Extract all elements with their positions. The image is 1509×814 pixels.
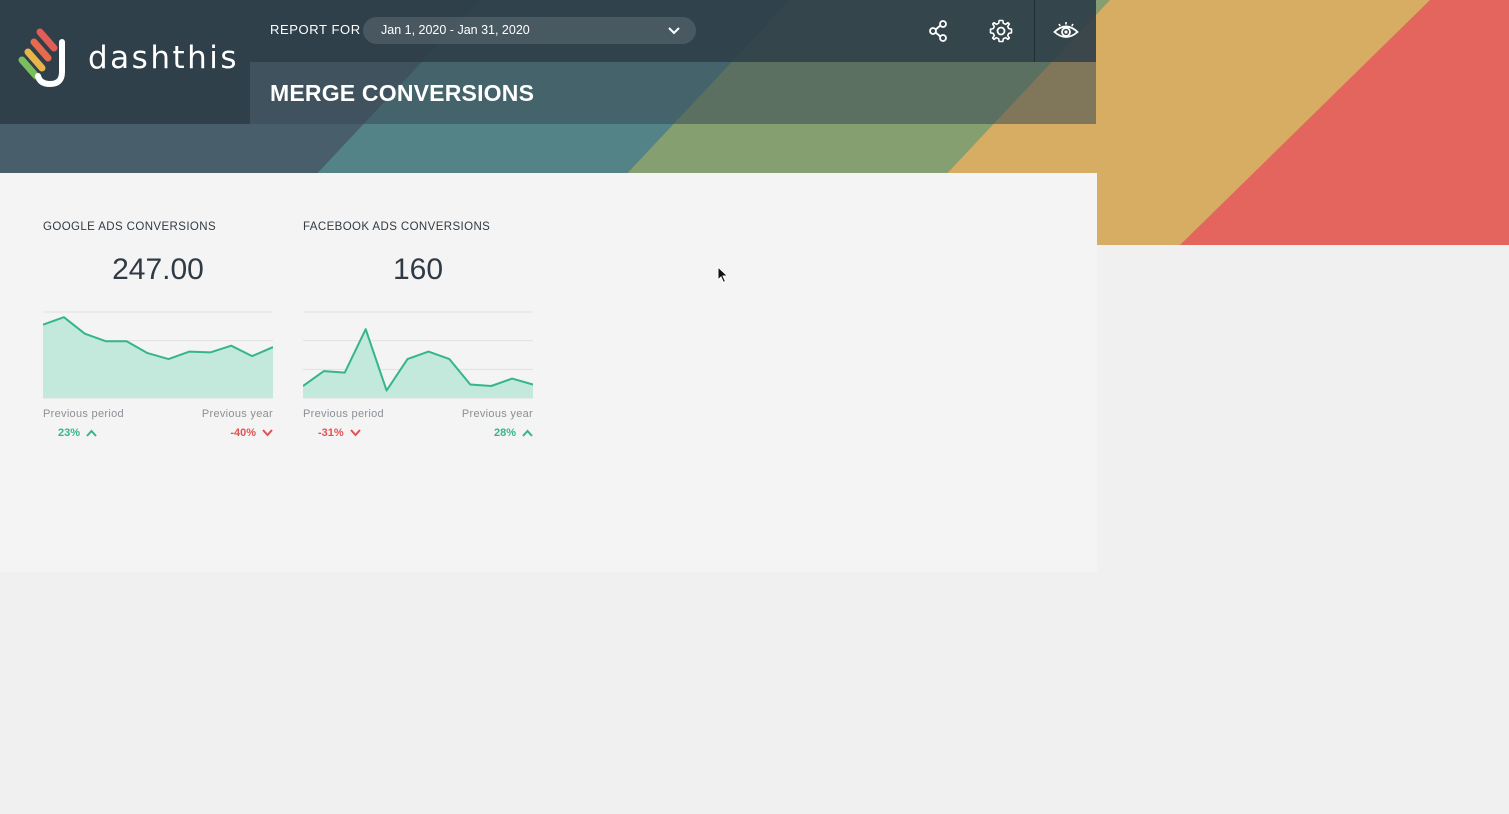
previous-year-change: -40%: [230, 427, 273, 439]
eye-icon: [1052, 22, 1079, 38]
logo-area: dashthis: [0, 0, 250, 124]
date-range-select[interactable]: Jan 1, 2020 - Jan 31, 2020: [363, 17, 696, 44]
sparkline-area: [303, 329, 533, 398]
brand-name: dashthis: [88, 40, 240, 76]
mouse-cursor-icon: [717, 266, 729, 284]
page-title: MERGE CONVERSIONS: [270, 80, 535, 106]
gear-icon: [989, 19, 1013, 43]
previous-year-label: Previous year: [461, 408, 533, 420]
widget-value: 160: [392, 253, 444, 286]
sparkline-chart: [43, 311, 273, 399]
sparkline-chart: [303, 311, 533, 399]
arrow-up-icon: [522, 429, 533, 437]
previous-period-label: Previous period: [43, 408, 124, 420]
widget-title: GOOGLE ADS CONVERSIONS: [43, 221, 217, 233]
widget-title: FACEBOOK ADS CONVERSIONS: [303, 221, 491, 233]
date-range-value: Jan 1, 2020 - Jan 31, 2020: [381, 23, 530, 37]
settings-button[interactable]: [970, 0, 1032, 62]
previous-year-change-value: 28%: [493, 427, 516, 439]
previous-period-change-value: -31%: [318, 427, 344, 439]
arrow-up-icon: [86, 429, 97, 437]
previous-year-change: 28%: [494, 427, 533, 439]
previous-year-label: Previous year: [201, 408, 273, 420]
preview-button[interactable]: [1034, 0, 1096, 62]
previous-period-change: 23%: [58, 427, 97, 439]
dashthis-logo: [18, 28, 65, 88]
previous-period-label: Previous period: [303, 408, 384, 420]
share-icon: [929, 20, 947, 42]
top-bar: REPORT FOR Jan 1, 2020 - Jan 31, 2020: [250, 0, 1096, 62]
title-bar: MERGE CONVERSIONS: [250, 62, 1096, 124]
previous-year-change-value: -40%: [230, 427, 256, 439]
share-button[interactable]: [907, 0, 969, 62]
previous-period-change: -31%: [318, 427, 361, 439]
report-for-label: REPORT FOR: [270, 22, 361, 37]
arrow-down-icon: [349, 429, 361, 437]
chevron-down-icon: [668, 27, 680, 35]
arrow-down-icon: [262, 429, 273, 437]
widget-value: 247.00: [112, 253, 204, 286]
previous-period-change-value: 23%: [58, 427, 81, 439]
sparkline-area: [43, 317, 273, 398]
dashboard-panel: GOOGLE ADS CONVERSIONS 247.00 Previous p…: [0, 173, 1097, 572]
app-header: dashthis REPORT FOR Jan 1, 2020 - Jan 31…: [0, 0, 1096, 124]
